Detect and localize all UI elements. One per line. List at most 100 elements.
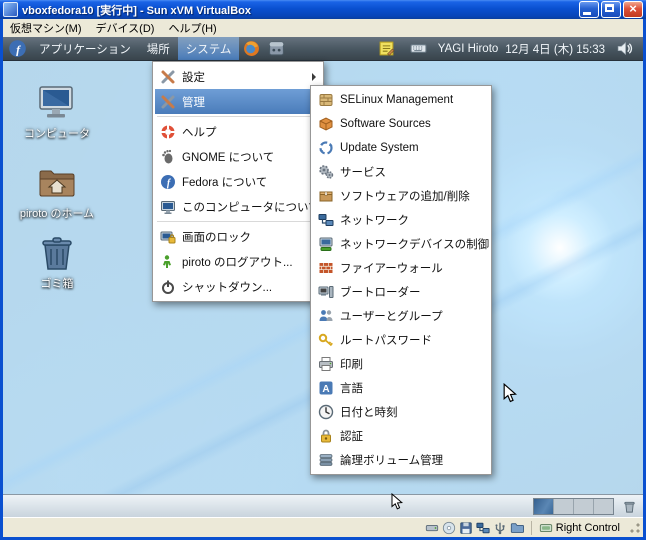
menu-separator xyxy=(157,221,319,222)
menu-item-selinux-management[interactable]: SELinux Management xyxy=(313,88,489,112)
workspace-4[interactable] xyxy=(593,498,613,514)
panel-menu-applications[interactable]: アプリケーション xyxy=(31,37,139,60)
menu-item-shutdown[interactable]: シャットダウン... xyxy=(155,274,321,299)
network-icon xyxy=(318,212,334,228)
menu-item-logout[interactable]: piroto のログアウト... xyxy=(155,249,321,274)
workspace-1[interactable] xyxy=(534,498,553,514)
panel-menu-places[interactable]: 場所 xyxy=(139,37,178,60)
menu-item-network-device-control[interactable]: ネットワークデバイスの制御 xyxy=(313,232,489,256)
menu-item-printing[interactable]: 印刷 xyxy=(313,352,489,376)
root-password-icon xyxy=(318,332,334,348)
users-groups-icon xyxy=(318,308,334,324)
host-key-icon xyxy=(539,521,553,535)
fedora-menu-icon[interactable] xyxy=(8,39,27,58)
usb-status-icon[interactable] xyxy=(493,521,507,535)
fedora-logo-icon xyxy=(160,174,176,190)
submenu-arrow-icon xyxy=(312,72,316,81)
hdd-status-icon[interactable] xyxy=(425,521,439,535)
administration-submenu: SELinux Management Software Sources Upda… xyxy=(310,85,492,475)
keyboard-applet-icon[interactable] xyxy=(410,40,427,57)
menu-item-help[interactable]: ヘルプ xyxy=(155,119,321,144)
gnome-logo-icon xyxy=(160,149,176,165)
menu-separator xyxy=(157,116,319,117)
window-title: vboxfedora10 [実行中] - Sun xVM VirtualBox xyxy=(22,4,252,17)
desktop-icon-label: ゴミ箱 xyxy=(40,278,74,290)
app-launcher-icon[interactable] xyxy=(268,40,285,57)
shutdown-icon xyxy=(160,279,176,295)
menu-item-about-fedora[interactable]: Fedora について xyxy=(155,169,321,194)
computer-desktop-icon xyxy=(36,83,78,123)
logout-icon xyxy=(160,254,176,270)
administration-icon xyxy=(160,94,176,110)
add-remove-software-icon xyxy=(318,188,334,204)
shared-folders-status-icon[interactable] xyxy=(510,521,524,535)
menu-help[interactable]: ヘルプ(H) xyxy=(161,19,223,37)
menu-item-services[interactable]: サービス xyxy=(313,160,489,184)
system-menu: 設定 管理 ヘルプ GNOME について Fedora について このコンピュー… xyxy=(152,61,324,302)
datetime-icon xyxy=(318,404,334,420)
menu-item-root-password[interactable]: ルートパスワード xyxy=(313,328,489,352)
virtualbox-window: vboxfedora10 [実行中] - Sun xVM VirtualBox … xyxy=(0,0,646,540)
menu-item-lock-screen[interactable]: 画面のロック xyxy=(155,224,321,249)
panel-menu-system[interactable]: システム xyxy=(177,37,240,60)
gnome-bottom-panel xyxy=(3,494,643,517)
vbox-menubar: 仮想マシン(M) デバイス(D) ヘルプ(H) xyxy=(3,19,643,37)
help-icon xyxy=(160,124,176,140)
menu-item-language[interactable]: 言語 xyxy=(313,376,489,400)
authentication-icon xyxy=(318,428,334,444)
firewall-icon xyxy=(318,260,334,276)
menu-item-users-groups[interactable]: ユーザーとグループ xyxy=(313,304,489,328)
minimize-button[interactable] xyxy=(579,1,599,18)
close-button[interactable] xyxy=(623,1,643,18)
virtualbox-app-icon xyxy=(3,2,18,17)
menu-item-about-gnome[interactable]: GNOME について xyxy=(155,144,321,169)
printer-icon xyxy=(318,356,334,372)
maximize-button[interactable] xyxy=(601,1,621,18)
statusbar-separator xyxy=(530,520,532,535)
volume-icon[interactable] xyxy=(616,40,633,57)
menu-item-network[interactable]: ネットワーク xyxy=(313,208,489,232)
cd-status-icon[interactable] xyxy=(442,521,456,535)
floppy-status-icon[interactable] xyxy=(459,521,473,535)
gnome-top-panel: アプリケーション 場所 システム YAGI Hiroto 12月 4日 (木) … xyxy=(3,37,643,61)
menu-item-add-remove-software[interactable]: ソフトウェアの追加/削除 xyxy=(313,184,489,208)
trash-desktop-icon xyxy=(37,233,77,273)
update-system-icon xyxy=(318,140,334,156)
menu-item-preferences[interactable]: 設定 xyxy=(155,64,321,89)
bootloader-icon xyxy=(318,284,334,300)
lvm-icon xyxy=(318,452,334,468)
menu-item-about-computer[interactable]: このコンピュータについて xyxy=(155,194,321,219)
workspace-3[interactable] xyxy=(573,498,593,514)
menu-item-software-sources[interactable]: Software Sources xyxy=(313,112,489,136)
menu-item-date-time[interactable]: 日付と時刻 xyxy=(313,400,489,424)
desktop-icon-trash[interactable]: ゴミ箱 xyxy=(19,233,95,291)
menu-item-authentication[interactable]: 認証 xyxy=(313,424,489,448)
firefox-launcher-icon[interactable] xyxy=(243,40,260,57)
software-sources-icon xyxy=(318,116,334,132)
network-status-icon[interactable] xyxy=(476,521,490,535)
vbox-statusbar: Right Control xyxy=(3,517,643,537)
host-key-label: Right Control xyxy=(555,521,620,534)
titlebar[interactable]: vboxfedora10 [実行中] - Sun xVM VirtualBox xyxy=(0,0,646,19)
computer-icon xyxy=(160,199,176,215)
workspace-switcher[interactable] xyxy=(533,497,614,515)
menu-item-bootloader[interactable]: ブートローダー xyxy=(313,280,489,304)
user-switcher[interactable]: YAGI Hiroto xyxy=(438,43,499,55)
menu-item-administration[interactable]: 管理 xyxy=(155,89,321,114)
desktop-icon-computer[interactable]: コンピュータ xyxy=(19,83,95,141)
menu-item-firewall[interactable]: ファイアーウォール xyxy=(313,256,489,280)
lock-screen-icon xyxy=(160,229,176,245)
input-method-icon[interactable] xyxy=(378,40,395,57)
menu-item-lvm[interactable]: 論理ボリューム管理 xyxy=(313,448,489,472)
preferences-icon xyxy=(160,69,176,85)
resize-grip[interactable] xyxy=(629,521,641,534)
menu-virtual-machine[interactable]: 仮想マシン(M) xyxy=(3,19,89,37)
desktop-icon-label: コンピュータ xyxy=(24,128,90,140)
workspace-2[interactable] xyxy=(553,498,573,514)
menu-item-update-system[interactable]: Update System xyxy=(313,136,489,160)
clock-applet[interactable]: 12月 4日 (木) 15:33 xyxy=(505,41,605,57)
trash-applet-icon[interactable] xyxy=(622,499,637,514)
menu-devices[interactable]: デバイス(D) xyxy=(89,19,162,37)
desktop-icon-label: piroto のホーム xyxy=(19,208,95,220)
desktop-icon-home[interactable]: piroto のホーム xyxy=(19,163,95,221)
